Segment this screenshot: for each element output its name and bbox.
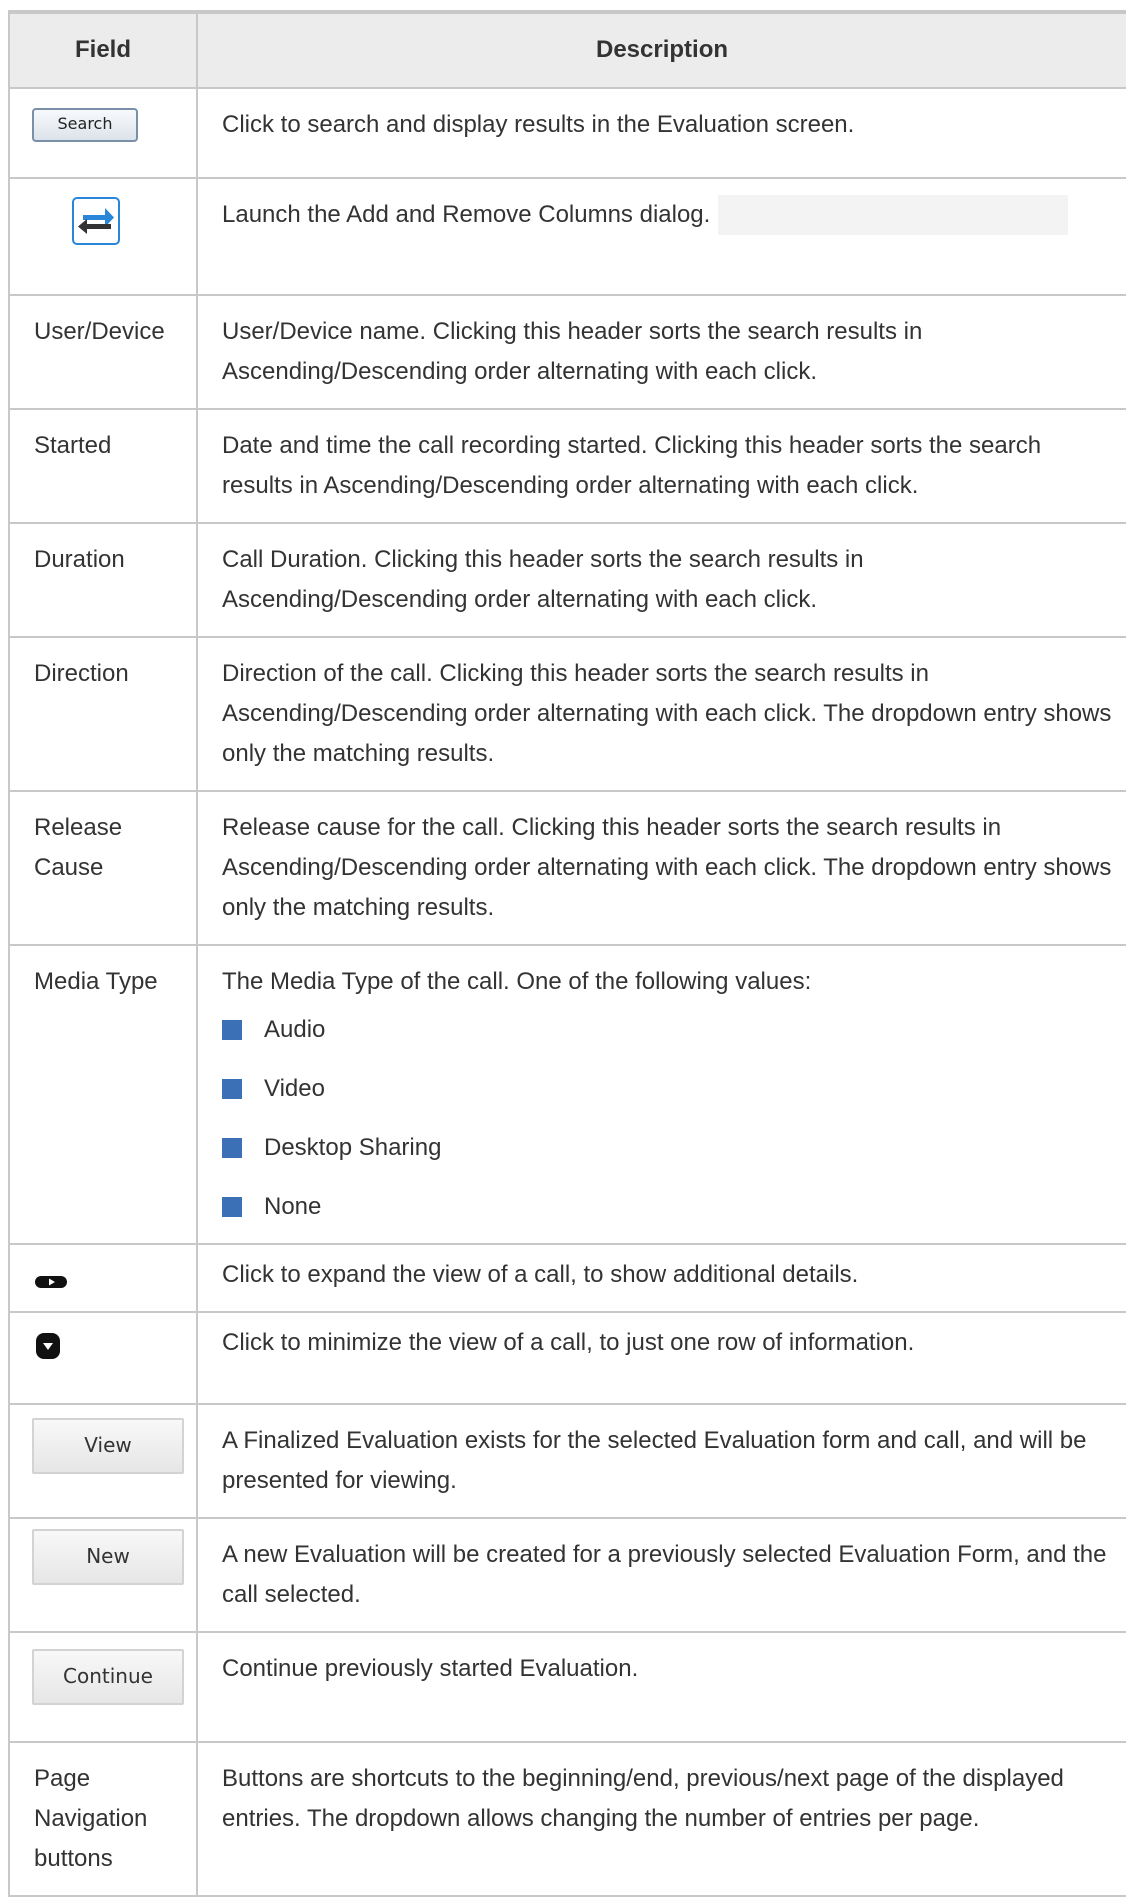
description-text: The Media Type of the call. One of the f… [222,968,812,995]
description-cell: Click to minimize the view of a call, to… [196,1311,1126,1405]
list-item-label: Video [264,1075,325,1102]
table-row: Media Type The Media Type of the call. O… [8,944,1126,1245]
bullet-icon [222,1020,242,1040]
field-cell [8,1243,198,1313]
description-cell: Call Duration. Clicking this header sort… [196,522,1126,638]
table-row: Page Navigation buttons Buttons are shor… [8,1741,1126,1897]
list-item: None [222,1187,1112,1227]
field-cell: Page Navigation buttons [8,1741,198,1897]
field-cell: New [8,1517,198,1633]
field-cell: Continue [8,1631,198,1743]
field-cell [8,1311,198,1405]
table-row: Duration Call Duration. Clicking this he… [8,522,1126,638]
table-row: View A Finalized Evaluation exists for t… [8,1403,1126,1519]
list-item: Video [222,1069,1112,1109]
field-cell [8,177,198,296]
field-description-table: Field Description Search Click to search… [8,10,1126,1897]
description-cell: A new Evaluation will be created for a p… [196,1517,1126,1633]
collapse-icon[interactable] [34,1331,62,1374]
highlight-bar [718,195,1069,235]
list-item: Desktop Sharing [222,1128,1112,1168]
table-row: Direction Direction of the call. Clickin… [8,636,1126,792]
description-header: Description [196,10,1126,89]
description-cell: Click to search and display results in t… [196,87,1126,179]
table-row: Release Cause Release cause for the call… [8,790,1126,946]
table-row: User/Device User/Device name. Clicking t… [8,294,1126,410]
expand-icon[interactable] [34,1263,68,1303]
field-cell: Started [8,408,198,524]
description-cell: A Finalized Evaluation exists for the se… [196,1403,1126,1519]
field-cell: Search [8,87,198,179]
new-button[interactable]: New [32,1529,184,1585]
view-button[interactable]: View [32,1418,184,1474]
description-cell: Continue previously started Evaluation. [196,1631,1126,1743]
table-row: New A new Evaluation will be created for… [8,1517,1126,1633]
description-text: Launch the Add and Remove Columns dialog… [222,201,711,228]
table-row: Continue Continue previously started Eva… [8,1631,1126,1743]
table-row: Click to minimize the view of a call, to… [8,1311,1126,1405]
table-row: Search Click to search and display resul… [8,87,1126,179]
description-cell: Click to expand the view of a call, to s… [196,1243,1126,1313]
continue-button[interactable]: Continue [32,1649,184,1705]
description-cell: Release cause for the call. Clicking thi… [196,790,1126,946]
list-item-label: Desktop Sharing [264,1134,442,1161]
field-cell: Duration [8,522,198,638]
description-cell: Date and time the call recording started… [196,408,1126,524]
bullet-icon [222,1138,242,1158]
list-item: Audio [222,1010,1112,1050]
field-cell: Media Type [8,944,198,1245]
bullet-icon [222,1197,242,1217]
field-cell: User/Device [8,294,198,410]
field-header: Field [8,10,198,89]
description-cell: Buttons are shortcuts to the beginning/e… [196,1741,1126,1897]
description-cell: The Media Type of the call. One of the f… [196,944,1126,1245]
field-cell: Release Cause [8,790,198,946]
table-row: Click to expand the view of a call, to s… [8,1243,1126,1313]
field-cell: View [8,1403,198,1519]
table-row: Started Date and time the call recording… [8,408,1126,524]
table-row: Launch the Add and Remove Columns dialog… [8,177,1126,296]
description-cell: User/Device name. Clicking this header s… [196,294,1126,410]
field-cell: Direction [8,636,198,792]
description-cell: Launch the Add and Remove Columns dialog… [196,177,1126,296]
search-button[interactable]: Search [32,108,138,142]
description-cell: Direction of the call. Clicking this hea… [196,636,1126,792]
list-item-label: Audio [264,1016,326,1043]
document-page: Field Description Search Click to search… [0,0,1126,1897]
swap-columns-icon[interactable] [72,197,120,245]
list-item-label: None [264,1193,322,1220]
bullet-icon [222,1079,242,1099]
table-header-row: Field Description [8,10,1126,89]
media-type-list: Audio Video Desktop Sharing None [222,1010,1112,1227]
